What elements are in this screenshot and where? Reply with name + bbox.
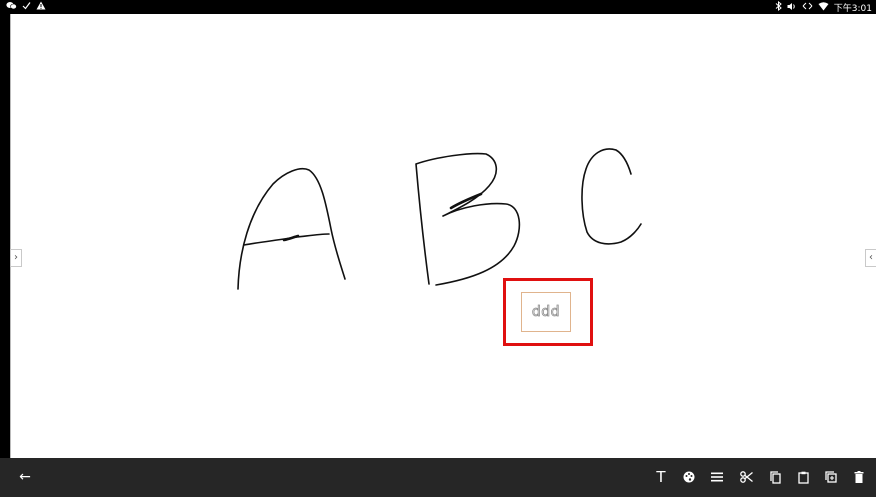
text-tool-button[interactable]: T [650,466,672,488]
delete-icon[interactable] [848,466,870,488]
check-icon [22,1,31,13]
expand-right-panel-button[interactable]: ‹ [865,249,876,267]
handwritten-letter-c [581,148,642,245]
volume-icon [787,2,797,14]
handwritten-letter-a [237,168,346,290]
wechat-icon [6,1,17,13]
expand-left-panel-button[interactable]: › [10,249,22,267]
duplicate-icon[interactable] [820,466,842,488]
back-button[interactable]: ← [14,466,36,488]
drawing-canvas[interactable]: › ‹ ddd [10,14,876,458]
data-icon [802,2,813,13]
warning-icon [36,1,46,13]
scissors-icon[interactable] [735,466,757,488]
paste-icon[interactable] [792,466,814,488]
text-box-element[interactable]: ddd [521,292,571,332]
menu-icon[interactable] [706,466,728,488]
wifi-icon [818,1,829,14]
bottom-toolbar: ← T [0,458,876,497]
bluetooth-icon [775,0,782,14]
copy-icon[interactable] [764,466,786,488]
handwriting-strokes [237,148,642,290]
palette-icon[interactable] [678,466,700,488]
status-time: 下午3:01 [833,4,872,14]
handwritten-letter-b [415,152,521,286]
status-bar: 下午3:01 [0,0,876,14]
